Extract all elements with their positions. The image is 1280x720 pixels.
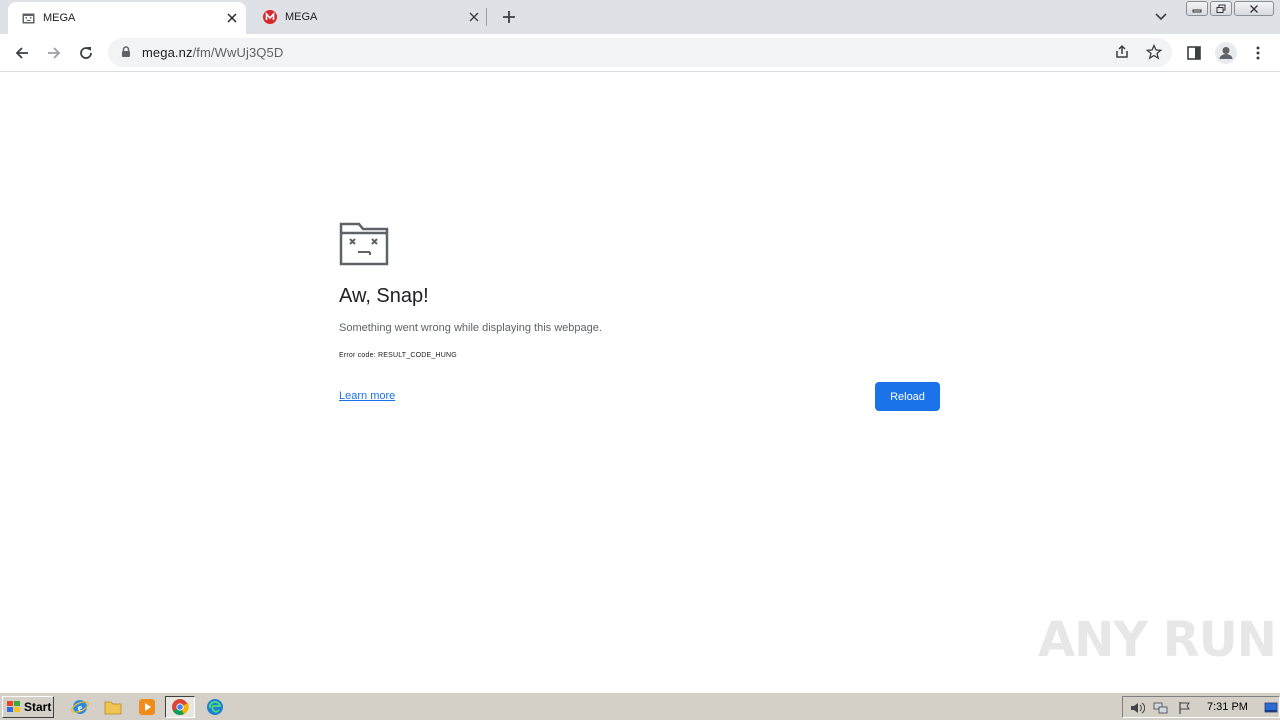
star-icon: [1146, 44, 1162, 60]
close-icon: [1250, 4, 1258, 13]
tab-strip: MEGA MEGA: [0, 0, 1280, 34]
url-host: mega.nz: [142, 45, 193, 60]
ie-launcher[interactable]: e: [70, 697, 90, 717]
internet-explorer-icon: e: [71, 700, 89, 714]
side-panel-icon: [1187, 46, 1201, 60]
arrow-right-icon: [48, 47, 61, 59]
bookmark-button[interactable]: [1144, 42, 1164, 62]
learn-more-link[interactable]: Learn more: [339, 390, 395, 402]
error-page: Aw, Snap! Something went wrong while dis…: [0, 72, 1280, 692]
explorer-launcher[interactable]: [103, 697, 123, 717]
folder-icon: [104, 701, 122, 715]
window-controls: [1186, 1, 1274, 16]
browser-toolbar: mega.nz/fm/WwUj3Q5D: [0, 34, 1280, 72]
tab-separator: [486, 8, 487, 26]
chevron-down-icon: [1155, 13, 1167, 21]
share-button[interactable]: [1112, 42, 1132, 62]
reload-button[interactable]: Reload: [875, 382, 940, 411]
media-player-launcher[interactable]: [137, 697, 157, 717]
tab-close-icon[interactable]: [224, 10, 240, 26]
tab-close-icon[interactable]: [466, 9, 482, 25]
address-bar[interactable]: mega.nz/fm/WwUj3Q5D: [108, 38, 1172, 67]
show-desktop-icon[interactable]: [1263, 700, 1279, 716]
refresh-icon: [80, 47, 92, 59]
clock: 7:31 PM: [1207, 701, 1248, 713]
share-icon: [1116, 44, 1128, 58]
start-button[interactable]: Start: [2, 696, 54, 718]
plus-icon: [503, 11, 515, 23]
url-path: /fm/WwUj3Q5D: [192, 45, 284, 60]
tab-mega[interactable]: MEGA: [250, 0, 488, 34]
restore-icon: [1216, 4, 1226, 13]
taskbar: Start e 7:31 PM: [0, 692, 1280, 720]
reload-toolbar-button[interactable]: [76, 43, 96, 63]
tab-title: MEGA: [43, 12, 76, 24]
network-icon[interactable]: [1153, 700, 1169, 716]
windows-logo-icon: [7, 701, 20, 712]
minimize-button[interactable]: [1186, 1, 1208, 16]
system-tray: 7:31 PM: [1122, 696, 1280, 718]
media-player-icon: [139, 699, 155, 715]
profile-button[interactable]: [1214, 41, 1238, 65]
tab-title: MEGA: [285, 11, 318, 23]
mega-logo-icon: [263, 10, 277, 24]
arrow-left-icon: [15, 47, 28, 59]
start-label: Start: [24, 700, 52, 714]
minimize-icon: [1192, 9, 1202, 12]
chrome-launcher[interactable]: [165, 696, 195, 718]
volume-icon[interactable]: [1129, 700, 1145, 716]
anyrun-watermark: ANY RUN: [1038, 612, 1277, 668]
tab-mega-active[interactable]: MEGA: [8, 2, 246, 34]
error-message: Something went wrong while displaying th…: [339, 322, 602, 334]
side-panel-button[interactable]: [1184, 43, 1204, 63]
chrome-icon: [172, 699, 189, 716]
restore-button[interactable]: [1210, 1, 1232, 16]
sad-page-icon: [21, 11, 35, 25]
forward-button[interactable]: [44, 43, 64, 63]
back-button[interactable]: [12, 43, 32, 63]
svg-text:e: e: [78, 703, 83, 714]
edge-launcher[interactable]: [205, 697, 225, 717]
close-window-button[interactable]: [1234, 1, 1274, 16]
avatar-icon: [1215, 42, 1237, 64]
new-tab-button[interactable]: [499, 7, 519, 27]
action-center-flag-icon[interactable]: [1177, 700, 1193, 716]
sad-folder-icon: [339, 222, 389, 266]
url-text: mega.nz/fm/WwUj3Q5D: [142, 45, 283, 60]
tab-search-button[interactable]: [1152, 8, 1170, 26]
error-code: Error code: RESULT_CODE_HUNG: [339, 352, 457, 359]
menu-button[interactable]: [1248, 43, 1268, 63]
edge-icon: [207, 699, 223, 715]
error-title: Aw, Snap!: [339, 285, 429, 307]
kebab-menu-icon: [1256, 46, 1260, 60]
lock-icon[interactable]: [119, 45, 133, 59]
